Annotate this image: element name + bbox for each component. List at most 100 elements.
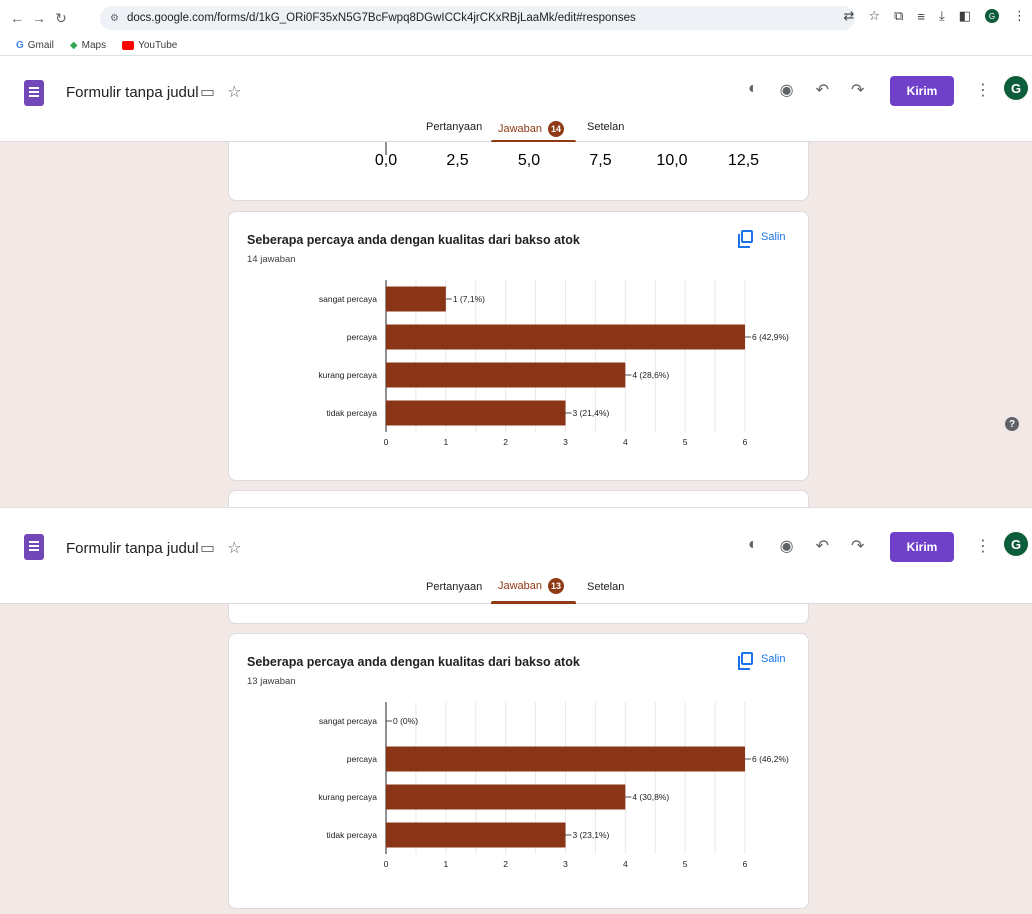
tab-settings[interactable]: Setelan xyxy=(587,121,624,133)
previous-chart-axis: 0,0 2,5 5,0 7,5 10,0 12,5 xyxy=(375,142,759,169)
x-tick-label: 5 xyxy=(683,437,688,447)
bar xyxy=(386,822,566,848)
data-label: 4 (28,6%) xyxy=(632,370,669,380)
x-tick-label: 3 xyxy=(563,859,568,869)
star-icon[interactable]: ☆ xyxy=(227,82,241,102)
more-menu-icon[interactable]: ⋮ xyxy=(975,536,991,556)
x-tick-label: 6 xyxy=(743,859,748,869)
x-tick-label: 7,5 xyxy=(589,152,611,169)
profile-avatar[interactable]: G xyxy=(985,9,999,23)
x-tick-label: 2 xyxy=(503,859,508,869)
category-label: percaya xyxy=(347,754,378,764)
x-tick-label: 0 xyxy=(384,859,389,869)
tab-questions[interactable]: Pertanyaan xyxy=(426,121,482,133)
back-icon[interactable]: ← xyxy=(6,10,28,26)
previous-question-card: 0,0 2,5 5,0 7,5 10,0 12,5 xyxy=(228,142,809,201)
browser-menu-icon[interactable]: ⋮ xyxy=(1013,8,1026,24)
x-tick-label: 0 xyxy=(384,437,389,447)
data-label: 0 (0%) xyxy=(393,716,418,726)
url-text: docs.google.com/forms/d/1kG_ORi0F35xN5G7… xyxy=(126,12,636,24)
avatar[interactable]: G xyxy=(1004,76,1028,100)
x-tick-label: 1 xyxy=(443,859,448,869)
star-icon[interactable]: ☆ xyxy=(227,538,241,558)
browser-actions: ⇄ ☆ ⧉ ≡ ⤓ ◧ G ⋮ xyxy=(844,8,1027,24)
folder-icon[interactable]: ▭ xyxy=(200,82,215,102)
data-label: 6 (42,9%) xyxy=(752,332,789,342)
app-header: Formulir tanpa judul ▭ ☆ ◐ ◉ ↶ ↷ Kirim ⋮ … xyxy=(0,56,1032,118)
x-tick-label: 4 xyxy=(623,859,628,869)
tab-responses[interactable]: Jawaban 13 xyxy=(498,578,565,594)
x-tick-label: 6 xyxy=(743,437,748,447)
bar xyxy=(386,400,566,426)
translate-icon[interactable]: ⇄ xyxy=(844,8,855,24)
response-canvas: Seberapa percaya anda dengan kualitas da… xyxy=(0,604,1032,914)
bookmarks-bar: G Gmail ◆ Maps YouTube xyxy=(0,36,1032,56)
bar xyxy=(386,324,745,350)
form-title[interactable]: Formulir tanpa judul xyxy=(66,84,199,101)
data-label: 1 (7,1%) xyxy=(453,294,485,304)
x-tick-label: 0,0 xyxy=(375,152,397,169)
bookmark-maps[interactable]: ◆ Maps xyxy=(70,40,106,51)
undo-icon[interactable]: ↶ xyxy=(816,80,829,100)
bar-chart: sangat percaya 0 (0%) percaya 6 (46,2%) kura… xyxy=(318,702,789,869)
forms-logo-icon[interactable] xyxy=(24,80,44,106)
bookmark-youtube[interactable]: YouTube xyxy=(122,40,177,51)
browser-toolbar: ← → ↻ ⚙ docs.google.com/forms/d/1kG_ORi0… xyxy=(0,0,1032,36)
bar xyxy=(386,746,745,772)
extensions-icon[interactable]: ⧉ xyxy=(894,8,903,24)
tab-settings[interactable]: Setelan xyxy=(587,581,624,593)
data-label: 6 (46,2%) xyxy=(752,754,789,764)
redo-icon[interactable]: ↷ xyxy=(851,80,864,100)
site-settings-icon[interactable]: ⚙ xyxy=(110,13,119,24)
preview-eye-icon[interactable]: ◉ xyxy=(780,80,794,100)
reload-icon[interactable]: ↻ xyxy=(50,10,72,27)
panel-2: Formulir tanpa judul ▭ ☆ ◐ ◉ ↶ ↷ Kirim ⋮ … xyxy=(0,507,1032,914)
category-label: percaya xyxy=(347,332,378,342)
address-bar[interactable]: ⚙ docs.google.com/forms/d/1kG_ORi0F35xN5… xyxy=(100,6,855,30)
bar xyxy=(386,286,446,312)
download-icon[interactable]: ⤓ xyxy=(939,8,945,24)
avatar[interactable]: G xyxy=(1004,532,1028,556)
send-button[interactable]: Kirim xyxy=(890,532,954,562)
redo-icon[interactable]: ↷ xyxy=(851,536,864,556)
tab-responses[interactable]: Jawaban 14 xyxy=(498,121,565,137)
response-count-badge: 14 xyxy=(548,121,565,137)
category-label: tidak percaya xyxy=(326,830,377,840)
question-card: Seberapa percaya anda dengan kualitas da… xyxy=(228,211,809,481)
side-panel-icon[interactable]: ◧ xyxy=(959,8,971,24)
x-tick-label: 2,5 xyxy=(446,152,468,169)
folder-icon[interactable]: ▭ xyxy=(200,538,215,558)
forward-icon[interactable]: → xyxy=(28,10,50,26)
reading-list-icon[interactable]: ≡ xyxy=(917,9,925,24)
data-label: 3 (21,4%) xyxy=(573,408,610,418)
palette-icon[interactable]: ◐ xyxy=(748,80,758,100)
x-tick-label: 5 xyxy=(683,859,688,869)
more-menu-icon[interactable]: ⋮ xyxy=(975,80,991,100)
category-label: sangat percaya xyxy=(319,716,377,726)
x-tick-label: 3 xyxy=(563,437,568,447)
help-icon[interactable]: ? xyxy=(1005,417,1019,431)
app-header: Formulir tanpa judul ▭ ☆ ◐ ◉ ↶ ↷ Kirim ⋮ … xyxy=(0,508,1032,570)
form-title[interactable]: Formulir tanpa judul xyxy=(66,540,199,557)
data-label: 3 (23,1%) xyxy=(573,830,610,840)
category-label: sangat percaya xyxy=(319,294,377,304)
data-label: 4 (30,8%) xyxy=(632,792,669,802)
undo-icon[interactable]: ↶ xyxy=(816,536,829,556)
next-question-card xyxy=(228,490,809,507)
tab-questions[interactable]: Pertanyaan xyxy=(426,581,482,593)
forms-logo-icon[interactable] xyxy=(24,534,44,560)
tab-bar: Pertanyaan Jawaban 13 Setelan xyxy=(0,570,1032,604)
palette-icon[interactable]: ◐ xyxy=(748,536,758,556)
bar-chart: sangat percaya 1 (7,1%) percaya 6 (42,9%) ku… xyxy=(318,280,789,447)
preview-eye-icon[interactable]: ◉ xyxy=(780,536,794,556)
x-tick-label: 1 xyxy=(443,437,448,447)
tab-bar: Pertanyaan Jawaban 14 Setelan xyxy=(0,118,1032,143)
response-count-badge: 13 xyxy=(548,578,565,594)
category-label: tidak percaya xyxy=(326,408,377,418)
send-button[interactable]: Kirim xyxy=(890,76,954,106)
x-tick-label: 5,0 xyxy=(518,152,540,169)
x-tick-label: 4 xyxy=(623,437,628,447)
google-icon: G xyxy=(16,40,24,51)
bookmark-gmail[interactable]: G Gmail xyxy=(16,40,54,51)
bookmark-star-icon[interactable]: ☆ xyxy=(868,8,880,24)
